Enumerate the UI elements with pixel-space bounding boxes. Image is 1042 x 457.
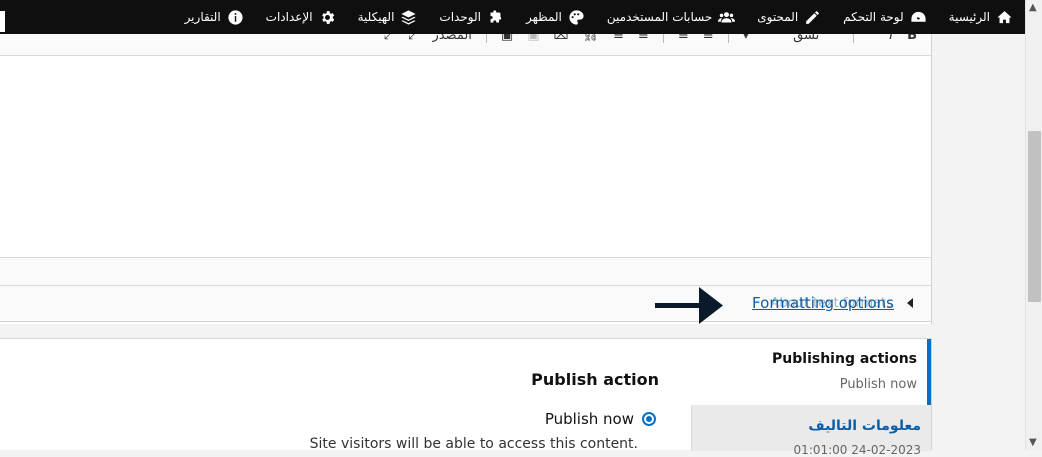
embed-button[interactable]: المصدر <box>432 34 471 43</box>
toolbar-item-dashboard[interactable]: لوحة التحكم <box>843 9 927 26</box>
toolbar-item-reports[interactable]: التقارير <box>185 9 244 26</box>
vertical-tabs: Publishing actions Publish now معلومات ا… <box>691 339 931 457</box>
toolbar-label: المحتوى <box>757 10 799 24</box>
list-numbers-button[interactable]: ≡ <box>678 34 689 43</box>
toolbar-label: حسابات المستخدمين <box>606 10 713 24</box>
users-icon <box>718 9 736 26</box>
page-scrollbar[interactable]: ▲ ▼ <box>1025 0 1042 450</box>
palette-icon <box>568 9 585 26</box>
publish-action-heading: Publish action <box>531 370 659 389</box>
scroll-down-icon[interactable]: ▼ <box>1029 437 1037 448</box>
tab-title: Publishing actions <box>772 351 917 367</box>
publish-now-radio[interactable] <box>642 412 656 426</box>
publishing-panel: Publishing actions Publish now معلومات ا… <box>0 338 932 457</box>
toolbar-item-home[interactable]: الرئيسية <box>949 9 1013 26</box>
text-editor: B I ❞ نسق ▾ ≡ ≡ ≡ ≡ ⛓ ⌧ ▣ ▣ المصدر ⤢ ⤢ A… <box>0 34 932 324</box>
format-dropdown-arrow[interactable]: ▾ <box>743 34 750 43</box>
bold-button[interactable]: B <box>907 34 917 43</box>
scroll-up-icon[interactable]: ▲ <box>1029 2 1037 13</box>
tab-title: معلومات التاليف <box>808 418 921 434</box>
radio-label: Publish now <box>544 410 634 428</box>
tab-summary: Publish now <box>839 377 917 392</box>
layers-icon <box>400 9 417 26</box>
toolbar-edge <box>0 11 5 32</box>
toolbar-item-appearance[interactable]: المظهر <box>526 9 585 26</box>
toolbar-separator <box>727 34 729 43</box>
scroll-thumb[interactable] <box>1028 131 1041 302</box>
list-bullets-button[interactable]: ≡ <box>703 34 714 43</box>
arrow-right-icon <box>655 287 725 329</box>
toolbar-label: التقارير <box>184 10 221 24</box>
editor-toolbar: B I ❞ نسق ▾ ≡ ≡ ≡ ≡ ⛓ ⌧ ▣ ▣ المصدر ⤢ ⤢ <box>0 34 931 56</box>
formatting-options-row: About text formats Formatting options <box>0 286 931 322</box>
image-button[interactable]: ▣ <box>501 34 513 43</box>
toolbar-label: الإعدادات <box>265 10 313 24</box>
blockquote-button[interactable]: ❞ <box>868 34 875 43</box>
publish-now-option[interactable]: Publish now <box>545 410 656 428</box>
toolbar-separator <box>485 34 487 43</box>
toolbar-label: الرئيسية <box>948 10 990 24</box>
dashboard-icon <box>910 9 927 26</box>
editor-status-bar <box>0 258 931 286</box>
toolbar-item-structure[interactable]: الهيكلية <box>358 9 418 26</box>
toolbar-item-content[interactable]: المحتوى <box>757 9 821 26</box>
format-dropdown[interactable]: نسق <box>793 34 819 43</box>
toolbar-label: الوحدات <box>439 10 481 24</box>
info-icon <box>227 9 244 26</box>
toolbar-label: المظهر <box>525 10 562 24</box>
italic-button[interactable]: I <box>889 34 893 43</box>
admin-toolbar: الرئيسية لوحة التحكم المحتوى حسابات المس… <box>0 0 1025 34</box>
tab-publishing-actions[interactable]: Publishing actions Publish now <box>691 339 931 405</box>
toolbar-separator <box>853 34 855 43</box>
caret-left-icon[interactable] <box>907 298 913 308</box>
toolbar-label: الهيكلية <box>357 10 395 24</box>
unlink-button[interactable]: ▣ <box>527 34 539 43</box>
align-right-button[interactable]: ⛓ <box>583 34 600 43</box>
toolbar-separator <box>662 34 664 43</box>
home-icon <box>996 9 1013 26</box>
toolbar-items: الرئيسية لوحة التحكم المحتوى حسابات المس… <box>185 0 1013 34</box>
toolbar-item-users[interactable]: حسابات المستخدمين <box>606 9 736 26</box>
pencil-icon <box>804 9 821 26</box>
tab-summary: 01:01:00 24-02-2023 <box>793 443 921 457</box>
editor-tools: B I ❞ نسق ▾ ≡ ≡ ≡ ≡ ⛓ ⌧ ▣ ▣ المصدر ⤢ ⤢ <box>384 34 917 43</box>
gear-icon <box>319 9 336 26</box>
toolbar-item-settings[interactable]: الإعدادات <box>266 9 336 26</box>
editor-body[interactable] <box>0 56 931 258</box>
maximize-button[interactable]: ⤢ <box>384 34 394 43</box>
toolbar-item-modules[interactable]: الوحدات <box>439 9 504 26</box>
source-button[interactable]: ⤢ <box>408 34 418 43</box>
tab-authoring-information[interactable]: معلومات التاليف 01:01:00 24-02-2023 <box>691 405 931 457</box>
align-left-button[interactable]: ≡ <box>638 34 649 43</box>
formatting-options-link[interactable]: Formatting options <box>752 294 894 312</box>
link-button[interactable]: ⌧ <box>554 34 569 43</box>
puzzle-icon <box>487 9 504 26</box>
align-center-button[interactable]: ≡ <box>613 34 624 43</box>
toolbar-label: لوحة التحكم <box>843 10 904 24</box>
